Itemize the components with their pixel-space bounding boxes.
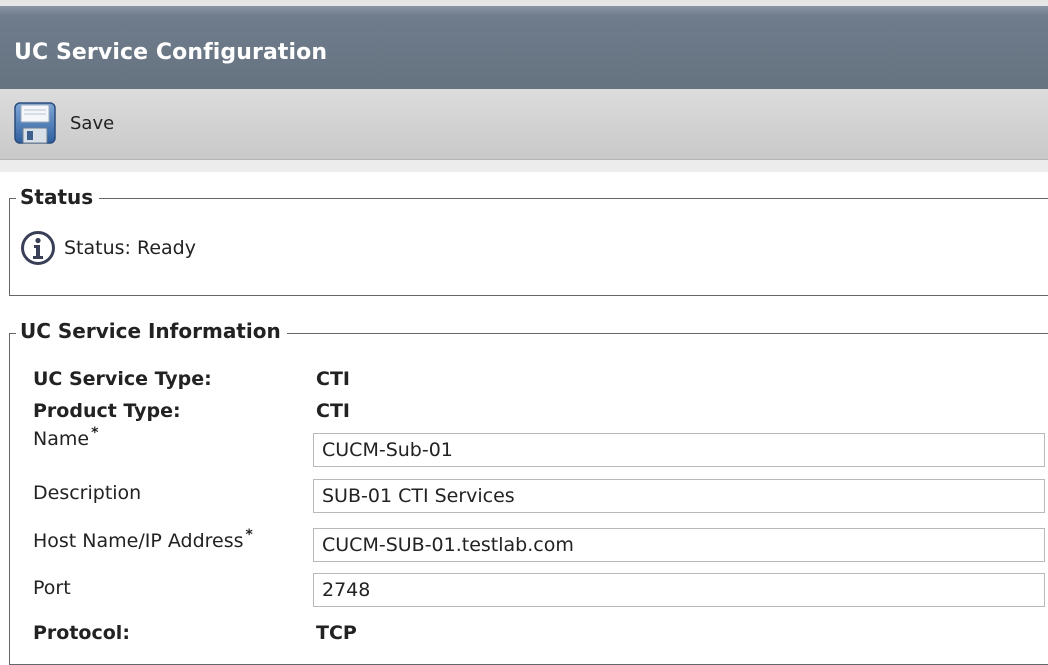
status-line: Status: Ready [20, 230, 196, 266]
service-type-label: UC Service Type: [33, 368, 212, 390]
save-label: Save [70, 112, 115, 134]
host-field[interactable] [313, 528, 1045, 562]
save-button[interactable]: Save [12, 99, 114, 147]
description-label: Description [33, 482, 142, 504]
info-legend: UC Service Information [16, 319, 287, 343]
product-type-label: Product Type: [33, 400, 181, 422]
protocol-value: TCP [316, 622, 357, 644]
name-label-text: Name [33, 428, 90, 450]
status-legend: Status [16, 185, 100, 209]
toolbar: Save [0, 89, 1048, 160]
title-bar: UC Service Configuration [0, 0, 1048, 89]
service-type-value: CTI [316, 368, 350, 390]
floppy-disk-icon [14, 102, 56, 144]
port-label: Port [33, 577, 71, 599]
page-title: UC Service Configuration [14, 40, 328, 65]
name-label: Name * [33, 425, 99, 450]
product-type-value: CTI [316, 400, 350, 422]
port-field[interactable] [313, 573, 1045, 607]
host-label: Host Name/IP Address * [33, 527, 253, 552]
host-label-text: Host Name/IP Address [33, 530, 244, 552]
description-field[interactable] [313, 479, 1045, 513]
info-icon [21, 231, 55, 265]
protocol-label: Protocol: [33, 622, 130, 644]
toolbar-spacer [0, 160, 1048, 172]
required-marker: * [91, 425, 99, 441]
status-text: Status: Ready [64, 237, 196, 259]
required-marker: * [245, 527, 253, 543]
name-field[interactable] [313, 433, 1045, 467]
